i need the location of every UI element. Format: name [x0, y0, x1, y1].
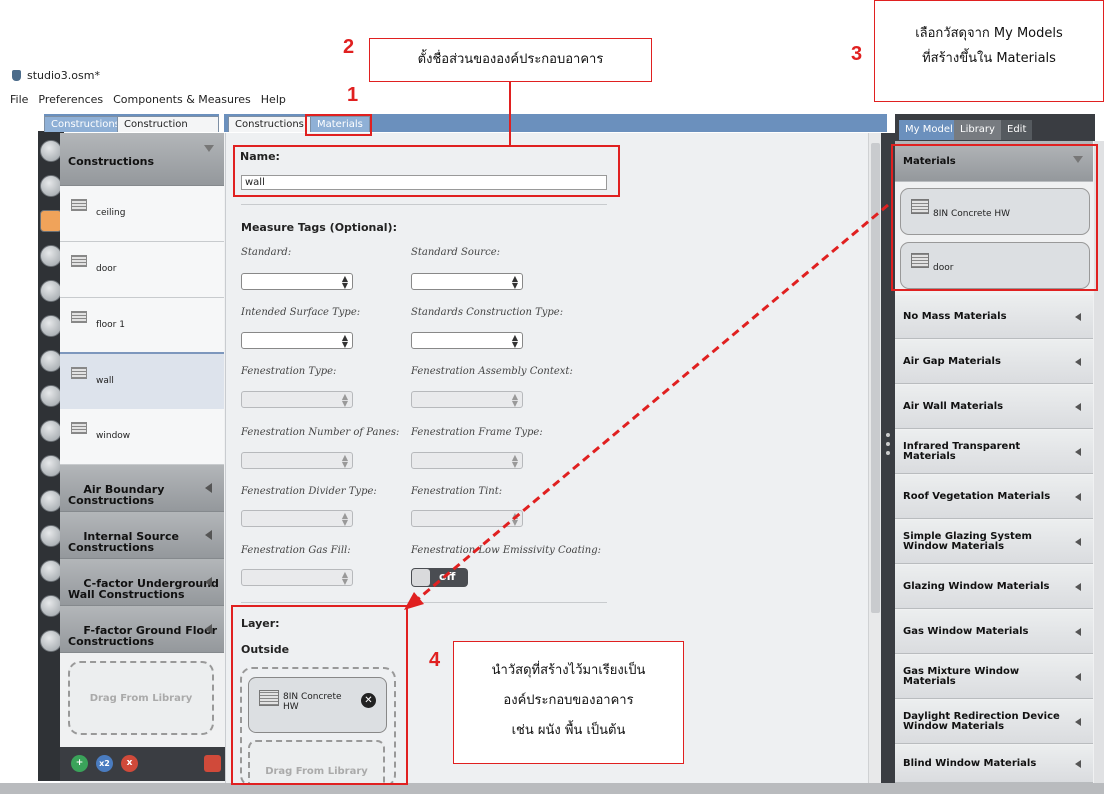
dashed-arrow-line — [411, 203, 889, 606]
arrow-head-icon — [404, 592, 424, 610]
annotation-arrows — [404, 82, 889, 610]
